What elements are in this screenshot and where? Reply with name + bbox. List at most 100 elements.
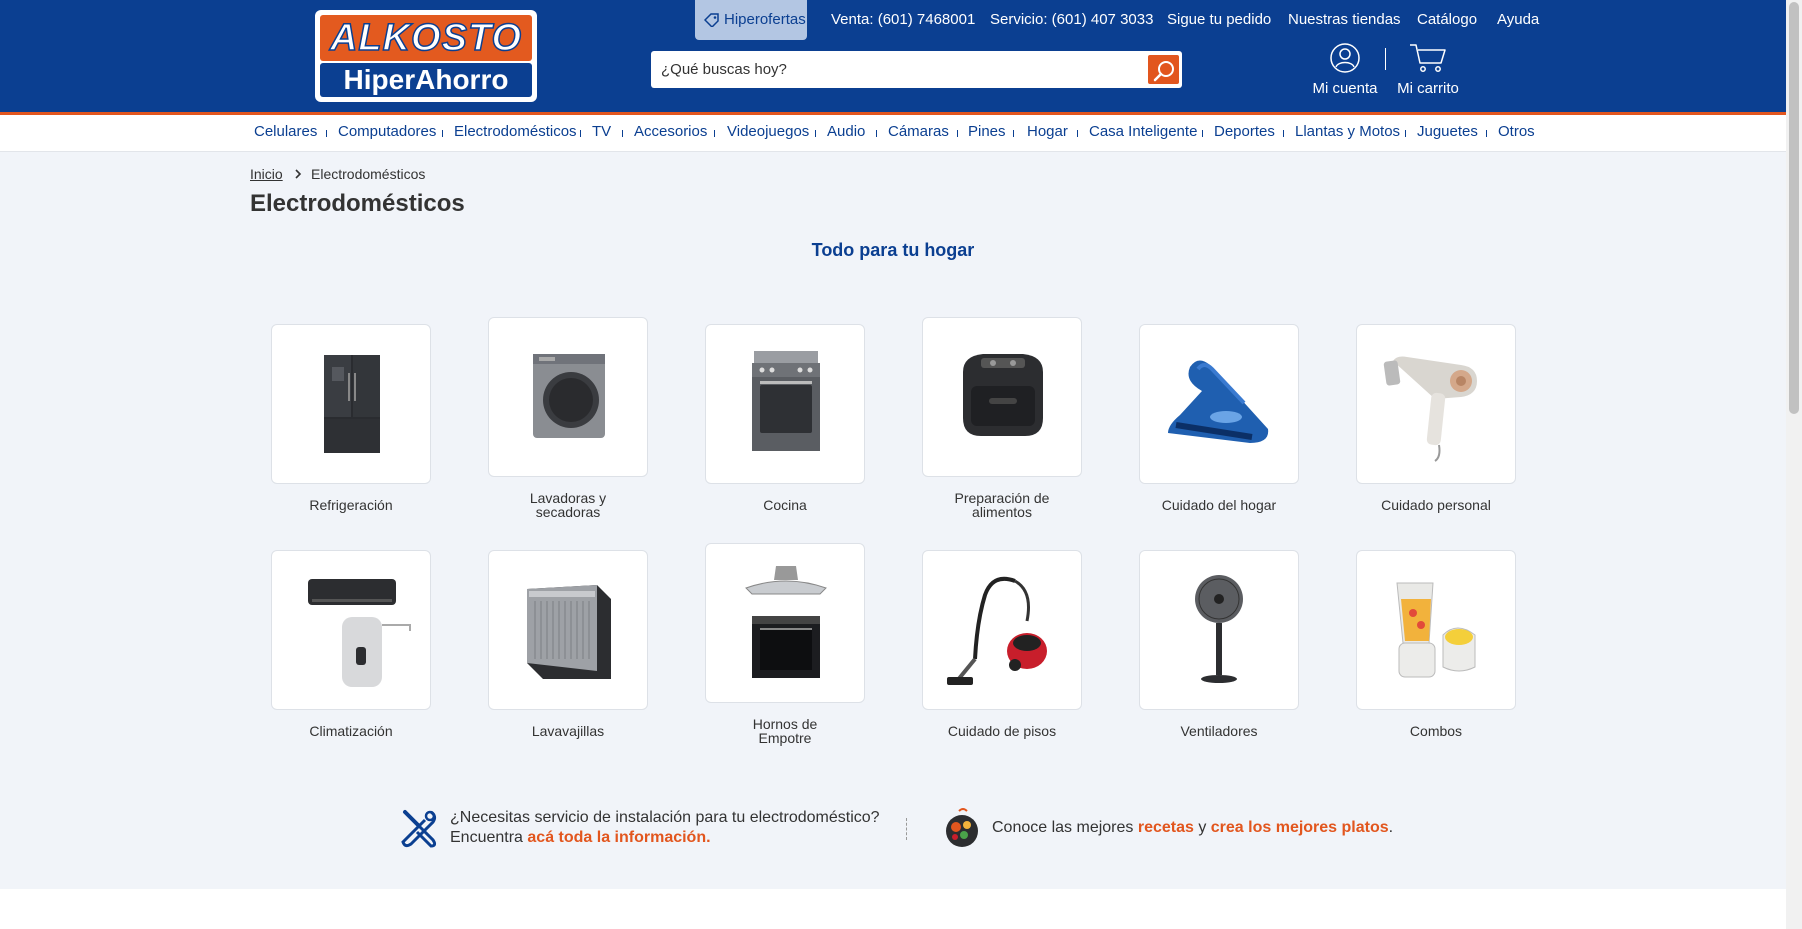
page-scrollbar[interactable] xyxy=(1786,0,1802,929)
category-bar: Celulares Computadores Electrodomésticos… xyxy=(0,115,1786,152)
air-conditioner-icon xyxy=(308,579,411,687)
category-link-computadores[interactable]: Computadores xyxy=(338,115,436,149)
search-bar xyxy=(651,51,1182,88)
installation-text-2: Encuentra xyxy=(450,829,528,846)
recipe-bowl-icon xyxy=(946,808,978,847)
subcategory-card-cuidado-personal[interactable] xyxy=(1356,324,1516,484)
cart-button[interactable]: Mi carrito xyxy=(1393,40,1463,97)
subcategory-label[interactable]: Cuidado de pisos xyxy=(902,724,1102,738)
category-separator xyxy=(326,130,327,137)
category-separator xyxy=(957,130,958,137)
category-link-accesorios[interactable]: Accesorios xyxy=(634,115,707,149)
blender-icon xyxy=(1396,582,1476,678)
tools-icon xyxy=(401,810,437,848)
subcategory-card-cocina[interactable] xyxy=(705,324,865,484)
scrollbar-thumb[interactable] xyxy=(1789,2,1799,414)
top-nav: Venta: (601) 7468001 Servicio: (601) 407… xyxy=(0,0,1786,40)
site-header: ALKOSTO HiperAhorro Hiperofertas Venta: … xyxy=(0,0,1786,112)
subcategory-card-cuidado-hogar[interactable] xyxy=(1139,324,1299,484)
account-button[interactable]: Mi cuenta xyxy=(1310,40,1380,97)
category-link-pines[interactable]: Pines xyxy=(968,115,1006,149)
category-separator xyxy=(1202,130,1203,137)
vacuum-icon xyxy=(947,576,1047,685)
subcategory-card-combos[interactable] xyxy=(1356,550,1516,710)
category-link-celulares[interactable]: Celulares xyxy=(254,115,317,149)
category-separator xyxy=(580,130,581,137)
subcategory-label[interactable]: Preparación de alimentos xyxy=(902,491,1102,519)
washing-machine-icon xyxy=(533,354,605,438)
category-link-electrodomesticos[interactable]: Electrodomésticos xyxy=(454,115,577,149)
venta-phone-link[interactable]: Venta: (601) 7468001 xyxy=(831,0,975,40)
installation-info-link[interactable]: acá toda la información. xyxy=(527,829,710,846)
category-link-deportes[interactable]: Deportes xyxy=(1214,115,1275,149)
hair-dryer-icon xyxy=(1383,356,1477,462)
category-separator xyxy=(1486,130,1487,137)
subcategory-label[interactable]: Climatización xyxy=(251,724,451,738)
refrigerator-icon xyxy=(324,355,380,453)
subcategory-card-refrigeracion[interactable] xyxy=(271,324,431,484)
subcategory-label[interactable]: Cuidado personal xyxy=(1336,498,1536,512)
recipes-text-pre: Conoce las mejores xyxy=(992,819,1138,836)
subcategory-label[interactable]: Hornos de Empotre xyxy=(685,717,885,745)
next-section xyxy=(0,889,1786,929)
subcategory-card-lavavajillas[interactable] xyxy=(488,550,648,710)
installation-info: ¿Necesitas servicio de instalación para … xyxy=(450,808,880,848)
catalog-link[interactable]: Catálogo xyxy=(1417,0,1477,40)
info-divider xyxy=(906,818,907,840)
subcategory-label[interactable]: Combos xyxy=(1336,724,1536,738)
recipes-link[interactable]: recetas xyxy=(1138,819,1194,836)
track-order-link[interactable]: Sigue tu pedido xyxy=(1167,0,1271,40)
account-label: Mi cuenta xyxy=(1312,80,1378,97)
iron-icon xyxy=(1168,360,1269,443)
search-input[interactable] xyxy=(651,51,1146,88)
category-link-audio[interactable]: Audio xyxy=(827,115,865,149)
breadcrumb-home-link[interactable]: Inicio xyxy=(250,166,283,182)
subcategory-card-ventiladores[interactable] xyxy=(1139,550,1299,710)
search-icon xyxy=(1153,61,1174,82)
logo-bottom-text: HiperAhorro xyxy=(320,63,532,97)
category-link-otros[interactable]: Otros xyxy=(1498,115,1535,149)
installation-text-1: ¿Necesitas servicio de instalación para … xyxy=(450,809,880,826)
subcategory-card-climatizacion[interactable] xyxy=(271,550,431,710)
category-link-hogar[interactable]: Hogar xyxy=(1027,115,1068,149)
fan-icon xyxy=(1195,575,1243,683)
category-separator xyxy=(876,130,877,137)
category-separator xyxy=(815,130,816,137)
servicio-phone-link[interactable]: Servicio: (601) 407 3033 xyxy=(990,0,1153,40)
subcategory-label[interactable]: Cuidado del hogar xyxy=(1119,498,1319,512)
category-separator xyxy=(1283,130,1284,137)
category-link-juguetes[interactable]: Juguetes xyxy=(1417,115,1478,149)
subcategory-card-preparacion[interactable] xyxy=(922,317,1082,477)
subcategory-label[interactable]: Lavavajillas xyxy=(468,724,668,738)
user-icon xyxy=(1330,43,1360,73)
category-link-tv[interactable]: TV xyxy=(592,115,611,149)
subcategory-label[interactable]: Refrigeración xyxy=(251,498,451,512)
recipes-text-post: . xyxy=(1388,819,1394,836)
help-link[interactable]: Ayuda xyxy=(1497,0,1539,40)
subcategory-label[interactable]: Ventiladores xyxy=(1119,724,1319,738)
subcategory-label[interactable]: Cocina xyxy=(685,498,885,512)
category-link-videojuegos[interactable]: Videojuegos xyxy=(727,115,809,149)
subcategory-label[interactable]: Lavadoras y secadoras xyxy=(468,491,668,519)
category-separator xyxy=(714,130,715,137)
best-dishes-link[interactable]: crea los mejores platos xyxy=(1211,819,1389,836)
cart-label: Mi carrito xyxy=(1397,80,1459,97)
subcategory-card-lavadoras[interactable] xyxy=(488,317,648,477)
category-link-casa-inteligente[interactable]: Casa Inteligente xyxy=(1089,115,1197,149)
stove-icon xyxy=(752,351,820,451)
page-title: Electrodomésticos xyxy=(250,190,465,217)
subcategory-card-cuidado-pisos[interactable] xyxy=(922,550,1082,710)
breadcrumb: Inicio xyxy=(250,166,283,182)
header-divider xyxy=(1385,48,1386,70)
search-button[interactable] xyxy=(1147,54,1180,85)
stores-link[interactable]: Nuestras tiendas xyxy=(1288,0,1401,40)
category-separator xyxy=(442,130,443,137)
category-separator xyxy=(1077,130,1078,137)
section-subtitle: Todo para tu hogar xyxy=(811,240,975,260)
category-link-camaras[interactable]: Cámaras xyxy=(888,115,949,149)
cart-icon xyxy=(1410,44,1446,72)
category-link-llantas-motos[interactable]: Llantas y Motos xyxy=(1295,115,1400,149)
subcategory-card-hornos[interactable] xyxy=(705,543,865,703)
air-fryer-icon xyxy=(963,354,1043,436)
recipes-text-mid: y xyxy=(1193,819,1211,836)
